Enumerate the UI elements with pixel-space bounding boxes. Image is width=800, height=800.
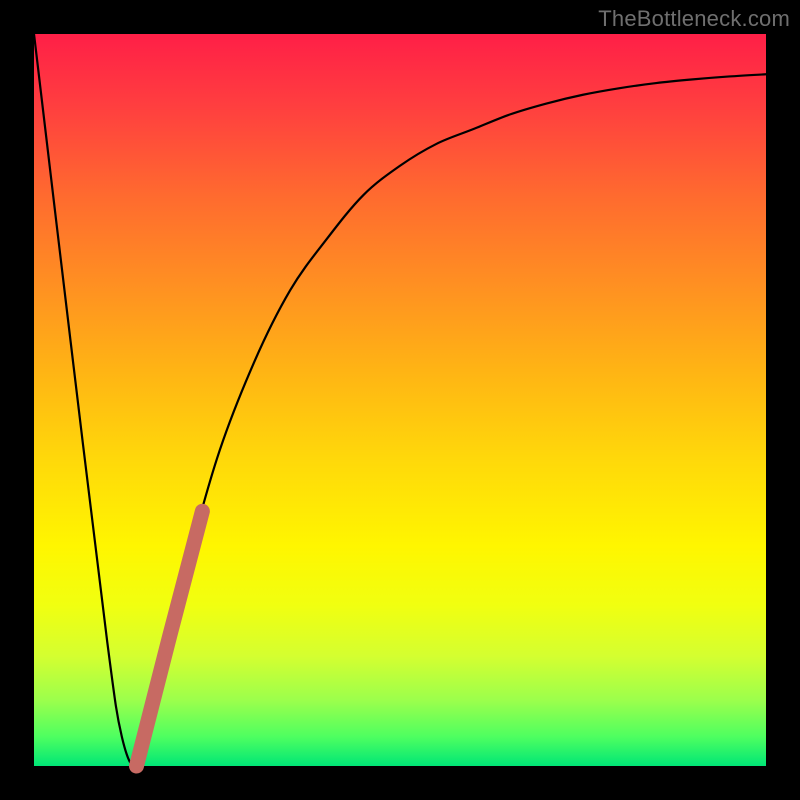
watermark-text: TheBottleneck.com bbox=[598, 6, 790, 32]
plot-area bbox=[34, 34, 766, 766]
chart-frame: TheBottleneck.com bbox=[0, 0, 800, 800]
curve-svg bbox=[34, 34, 766, 766]
bottleneck-curve bbox=[34, 34, 766, 767]
highlight-band bbox=[136, 511, 202, 766]
